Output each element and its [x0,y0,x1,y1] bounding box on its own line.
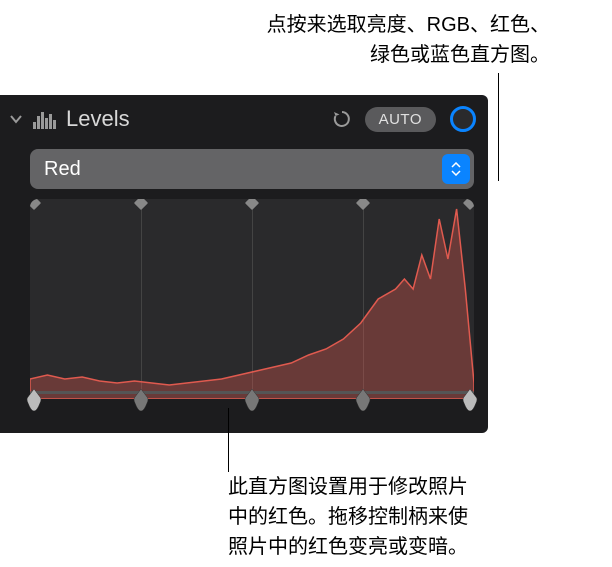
histogram-chart [30,199,474,399]
updown-icon [442,154,470,184]
reset-icon[interactable] [331,108,353,130]
panel-title: Levels [66,106,323,132]
callout-top-line1: 点按来选取亮度、RGB、红色、 [267,10,550,40]
chevron-down-icon[interactable] [8,111,24,127]
panel-header: Levels AUTO [0,95,488,143]
callout-bottom: 此直方图设置用于修改照片 中的红色。拖移控制柄来使 照片中的红色变亮或变暗。 [228,472,468,562]
slider-row [30,391,474,417]
callout-bottom-line2: 中的红色。拖移控制柄来使 [228,502,468,532]
active-indicator[interactable] [450,106,476,132]
callout-top-line2: 绿色或蓝色直方图。 [267,40,550,70]
callout-leader-bottom [228,408,229,472]
slider-handle[interactable] [355,389,371,411]
auto-button[interactable]: AUTO [365,107,436,132]
slider-handle[interactable] [26,389,42,411]
histogram-icon [32,110,56,128]
channel-dropdown-label: Red [44,158,442,181]
callout-leader-top [498,73,499,181]
slider-handle[interactable] [244,389,260,411]
histogram-area [30,199,474,399]
slider-handle[interactable] [462,389,478,411]
channel-dropdown[interactable]: Red [30,149,474,189]
callout-bottom-line1: 此直方图设置用于修改照片 [228,472,468,502]
slider-handle[interactable] [133,389,149,411]
levels-panel: Levels AUTO Red [0,95,488,433]
callout-bottom-line3: 照片中的红色变亮或变暗。 [228,532,468,562]
callout-top: 点按来选取亮度、RGB、红色、 绿色或蓝色直方图。 [267,10,550,70]
